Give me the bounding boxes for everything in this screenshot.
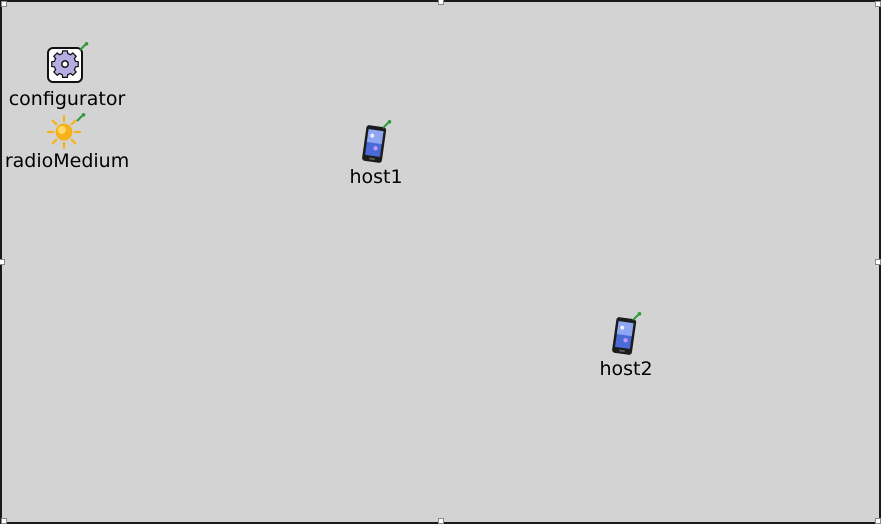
- resize-handle-top-right[interactable]: [875, 1, 881, 7]
- node-label: configurator: [8, 88, 126, 110]
- node-label: radioMedium: [4, 150, 130, 172]
- node-configurator[interactable]: configurator: [7, 42, 127, 110]
- gear-icon: [43, 42, 91, 88]
- node-host2[interactable]: host2: [586, 312, 666, 380]
- node-host1[interactable]: host1: [336, 120, 416, 188]
- mobile-phone-icon: [608, 312, 644, 358]
- resize-handle-bottom-left[interactable]: [1, 518, 7, 524]
- resize-handle-top-left[interactable]: [1, 1, 7, 7]
- resize-handle-bottom-right[interactable]: [875, 518, 881, 524]
- resize-handle-middle-left[interactable]: [0, 259, 5, 265]
- node-radioMedium[interactable]: radioMedium: [4, 112, 130, 172]
- resize-handle-bottom-center[interactable]: [438, 518, 444, 524]
- node-label: host2: [599, 358, 653, 380]
- node-label: host1: [349, 166, 403, 188]
- mobile-phone-icon: [358, 120, 394, 166]
- resize-handle-middle-right[interactable]: [875, 259, 881, 265]
- network-canvas[interactable]: [0, 0, 881, 524]
- sun-icon: [43, 112, 91, 150]
- resize-handle-top-center[interactable]: [438, 0, 444, 5]
